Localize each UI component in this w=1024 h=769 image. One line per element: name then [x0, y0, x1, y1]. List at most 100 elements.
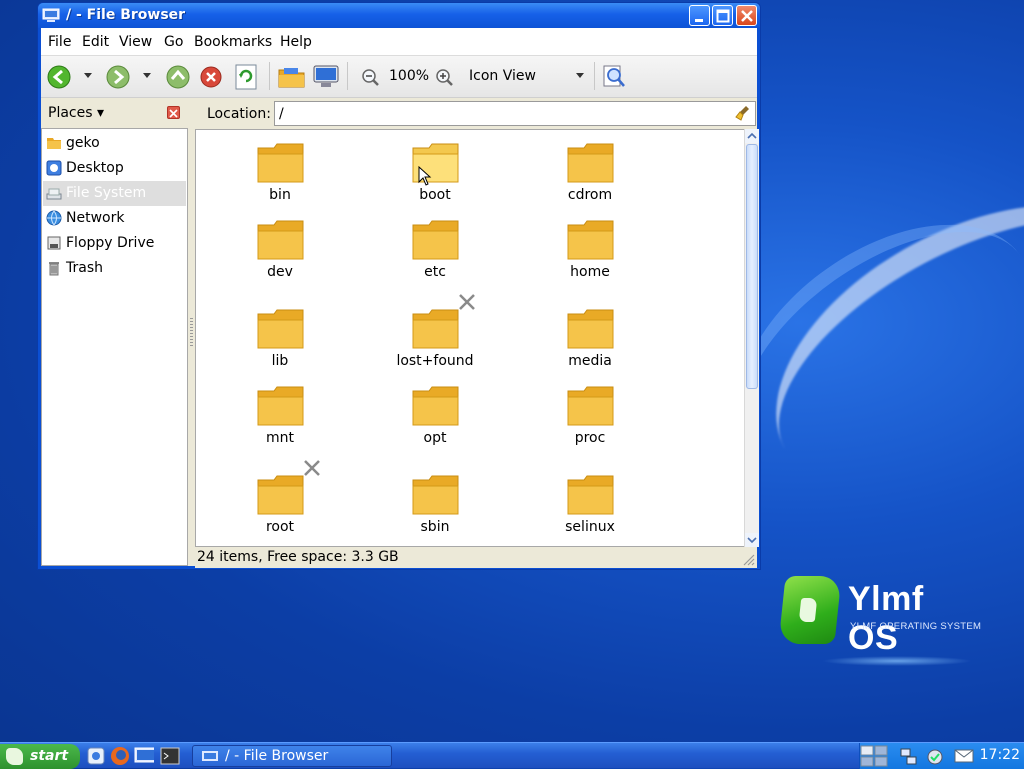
chevron-up-icon — [747, 132, 757, 139]
clear-location-icon[interactable] — [735, 105, 751, 121]
file-item[interactable]: selinux — [530, 474, 650, 546]
minimize-button[interactable] — [689, 5, 710, 26]
view-mode-select[interactable]: Icon View — [469, 68, 536, 84]
file-item[interactable]: mnt — [220, 385, 340, 465]
scroll-down-button[interactable] — [745, 533, 759, 547]
sidebar-item-network[interactable]: Network — [43, 206, 186, 231]
file-item-label: sbin — [420, 519, 450, 535]
network-status-icon[interactable] — [900, 748, 918, 766]
reload-icon[interactable] — [234, 64, 258, 90]
status-bar: 24 items, Free space: 3.3 GB — [195, 547, 757, 568]
scrollbar-thumb[interactable] — [746, 144, 758, 389]
show-desktop-icon[interactable] — [134, 746, 154, 766]
window-titlebar[interactable]: / - File Browser — [38, 3, 760, 28]
folder-icon — [567, 475, 614, 515]
toolbar-separator — [347, 62, 348, 90]
file-item[interactable]: opt — [375, 385, 495, 465]
places-sidebar: geko Desktop File System Network Floppy … — [41, 128, 188, 566]
menu-file[interactable]: File — [48, 34, 71, 50]
folder-icon — [257, 475, 304, 515]
close-sidebar-button[interactable] — [167, 106, 180, 119]
file-item[interactable]: bin — [220, 142, 340, 222]
computer-icon[interactable] — [313, 65, 339, 89]
zoom-out-icon[interactable] — [361, 68, 379, 86]
file-item[interactable]: lib — [220, 308, 340, 388]
folder-icon — [412, 475, 459, 515]
close-icon — [741, 10, 753, 22]
folder-icon — [257, 386, 304, 426]
file-item[interactable]: sbin — [375, 474, 495, 546]
task-label: / - File Browser — [225, 748, 329, 764]
taskbar: start / - File Browser 17:22 — [0, 742, 1024, 769]
search-icon[interactable] — [602, 64, 626, 90]
close-button[interactable] — [736, 5, 757, 26]
minimize-icon — [695, 19, 703, 22]
sidebar-item-trash[interactable]: Trash — [43, 256, 186, 281]
file-item[interactable]: etc — [375, 219, 495, 299]
file-item[interactable]: home — [530, 219, 650, 299]
toolbar-separator — [594, 62, 595, 90]
folder-icon — [412, 386, 459, 426]
zoom-level[interactable]: 100% — [389, 68, 429, 84]
start-button[interactable]: start — [0, 744, 80, 769]
taskbar-task-file-browser[interactable]: / - File Browser — [192, 745, 392, 767]
places-header: Places ▾ — [41, 99, 190, 127]
splitter-grip[interactable] — [190, 318, 193, 348]
terminal-icon[interactable] — [160, 746, 180, 766]
file-item[interactable]: cdrom — [530, 142, 650, 222]
file-item[interactable]: boot — [375, 142, 495, 222]
clock: 17:22 — [979, 747, 1020, 763]
home-folder-icon[interactable] — [278, 65, 306, 89]
zoom-in-icon[interactable] — [435, 68, 453, 86]
location-label: Location: — [207, 106, 271, 122]
drive-icon — [46, 188, 62, 200]
sidebar-item-file-system[interactable]: File System — [43, 181, 186, 206]
folder-icon — [567, 220, 614, 260]
toolbar-separator — [269, 62, 270, 90]
menu-view[interactable]: View — [119, 34, 152, 50]
mail-icon[interactable] — [954, 749, 974, 763]
scroll-up-button[interactable] — [745, 129, 759, 143]
location-field[interactable] — [274, 101, 756, 126]
update-notifier-icon[interactable] — [926, 748, 944, 766]
file-item-label: root — [265, 519, 295, 535]
file-item[interactable]: root — [220, 459, 340, 546]
forward-icon[interactable] — [105, 64, 131, 90]
location-input[interactable] — [279, 105, 719, 122]
firefox-icon[interactable] — [110, 746, 130, 766]
workspace-switcher-icon[interactable] — [860, 745, 888, 767]
places-label: Places — [48, 105, 93, 121]
file-item-label: media — [568, 353, 612, 369]
window-title: / - File Browser — [66, 7, 186, 23]
sidebar-item-geko[interactable]: geko — [43, 131, 186, 156]
forward-dropdown-icon[interactable] — [142, 72, 152, 80]
start-label: start — [30, 748, 69, 764]
file-manager-launcher-icon[interactable] — [86, 746, 106, 766]
back-icon[interactable] — [46, 64, 72, 90]
up-icon[interactable] — [165, 64, 191, 90]
stop-icon[interactable] — [199, 65, 223, 89]
desktop-icon — [46, 160, 62, 176]
file-item[interactable]: dev — [220, 219, 340, 299]
maximize-button[interactable] — [712, 5, 733, 26]
menu-edit[interactable]: Edit — [82, 34, 109, 50]
resize-grip-icon[interactable] — [741, 552, 755, 566]
sidebar-item-floppy-drive[interactable]: Floppy Drive — [43, 231, 186, 256]
menu-bookmarks[interactable]: Bookmarks — [194, 34, 272, 50]
places-dropdown[interactable]: Places ▾ — [48, 105, 104, 121]
file-item-label: etc — [424, 264, 446, 280]
file-item-label: lost+found — [396, 353, 474, 369]
menu-help[interactable]: Help — [280, 34, 312, 50]
sidebar-splitter[interactable] — [189, 128, 194, 566]
file-item[interactable]: lost+found — [375, 293, 495, 388]
back-dropdown-icon[interactable] — [83, 72, 93, 80]
file-item[interactable]: proc — [530, 385, 650, 465]
start-logo-icon — [6, 748, 23, 765]
sidebar-item-label: geko — [66, 135, 100, 151]
view-mode-dropdown-icon[interactable] — [575, 72, 585, 80]
file-item[interactable]: media — [530, 308, 650, 388]
vertical-scrollbar[interactable] — [744, 129, 759, 547]
sidebar-item-label: Floppy Drive — [66, 235, 155, 251]
menu-go[interactable]: Go — [164, 34, 183, 50]
sidebar-item-desktop[interactable]: Desktop — [43, 156, 186, 181]
